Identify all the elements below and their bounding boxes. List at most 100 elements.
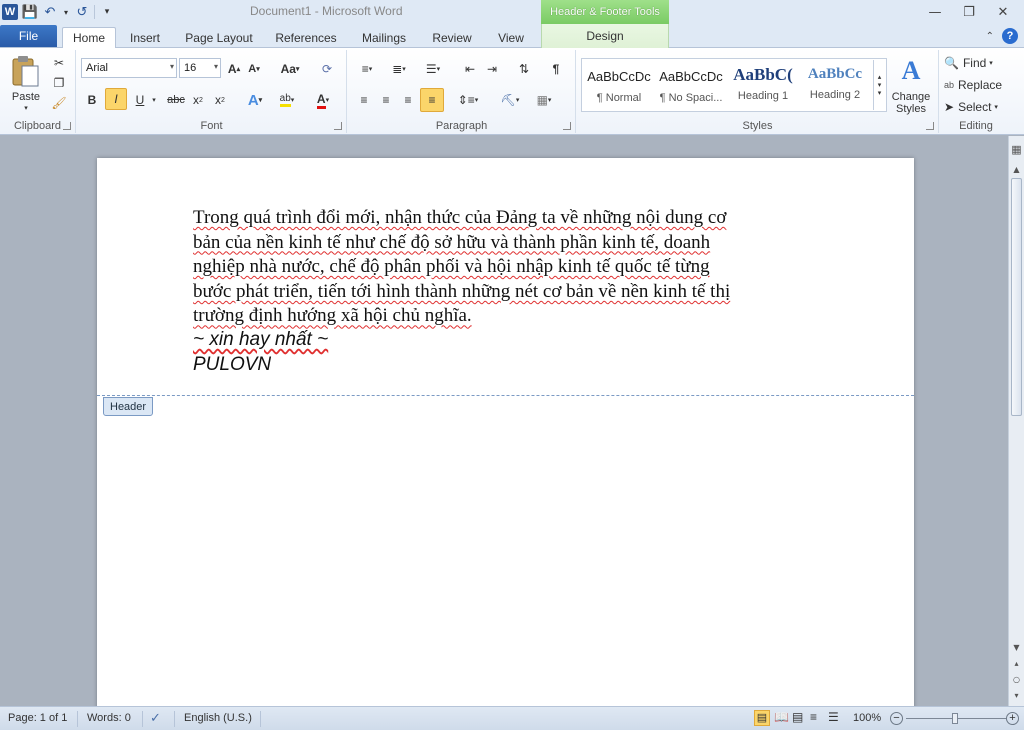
zoom-out-icon[interactable]: −	[890, 712, 903, 725]
subscript-icon[interactable]: x2	[189, 90, 207, 110]
tab-home[interactable]: Home	[62, 27, 116, 49]
bullets-icon[interactable]: ≡ ▾	[354, 60, 380, 78]
tab-design[interactable]: Design	[541, 24, 669, 48]
grow-font-icon[interactable]: A ▴	[225, 60, 243, 78]
change-case-icon[interactable]: Aa ▾	[277, 60, 303, 78]
scroll-thumb[interactable]	[1011, 178, 1022, 416]
strikethrough-icon[interactable]: abc	[165, 90, 187, 110]
word-app-icon[interactable]: W	[2, 4, 18, 20]
font-launcher-icon[interactable]	[334, 122, 342, 130]
chevron-down-icon[interactable]: ▾	[149, 90, 159, 110]
next-page-icon[interactable]: ▾	[1009, 688, 1024, 703]
shading-icon[interactable]: ⛏ ▾	[496, 90, 524, 110]
help-icon[interactable]: ?	[1002, 28, 1018, 44]
zoom-slider-thumb[interactable]	[952, 713, 958, 724]
chevron-down-icon[interactable]: ▾	[62, 4, 70, 20]
style-heading-2[interactable]: AaBbCc Heading 2	[800, 61, 870, 111]
replace-button[interactable]: ab Replace	[944, 76, 1010, 94]
copy-icon[interactable]: ❐	[50, 74, 68, 92]
paste-icon[interactable]	[8, 54, 44, 90]
paragraph-group-label: Paragraph	[435, 120, 488, 132]
outline-icon[interactable]: ≡	[810, 710, 817, 724]
restore-button[interactable]: ❐	[952, 2, 986, 22]
redo-icon[interactable]: ↺	[74, 4, 90, 20]
show-formatting-marks-icon[interactable]: ¶	[546, 60, 566, 78]
styles-scroll-icon[interactable]: ▴ ▾ ▾	[873, 60, 885, 110]
header-paragraph[interactable]: Trong quá trình đổi mới, nhận thức của Đ…	[193, 206, 821, 329]
previous-page-icon[interactable]: ▴	[1009, 656, 1024, 671]
save-icon[interactable]: 💾	[22, 4, 38, 20]
language-indicator[interactable]: English (U.S.)	[184, 712, 252, 724]
tab-file[interactable]: File	[0, 25, 57, 47]
vertical-scrollbar[interactable]: ▦ ▲ ▼ ▴ ○ ▾	[1008, 136, 1024, 706]
style-heading-1[interactable]: AaBbC( Heading 1	[728, 61, 798, 111]
customize-qat-icon[interactable]: ▾	[99, 4, 115, 20]
clear-formatting-icon[interactable]: ⟳	[317, 60, 337, 78]
style-normal[interactable]: AaBbCcDc ¶ Normal	[584, 61, 654, 111]
header-tag[interactable]: Header	[103, 397, 154, 416]
decrease-indent-icon[interactable]: ⇤	[460, 60, 480, 78]
change-styles-button[interactable]: Change Styles	[887, 90, 935, 116]
change-styles-icon[interactable]: A	[889, 56, 933, 86]
select-button[interactable]: ➤ Select ▾	[944, 98, 1010, 116]
tab-references[interactable]: References	[268, 27, 344, 48]
draft-icon[interactable]: ☰	[828, 710, 839, 724]
bold-icon[interactable]: B	[83, 90, 101, 110]
cut-icon[interactable]: ✂	[50, 54, 68, 72]
align-right-icon[interactable]: ≡	[398, 90, 418, 110]
styles-launcher-icon[interactable]	[926, 122, 934, 130]
proofing-icon[interactable]: ✓	[150, 710, 161, 726]
tab-mailings[interactable]: Mailings	[354, 27, 414, 48]
align-left-icon[interactable]: ≡	[354, 90, 374, 110]
justify-icon[interactable]: ≡	[420, 88, 444, 112]
tab-view[interactable]: View	[490, 27, 532, 48]
brand-text[interactable]: PULOVN	[193, 354, 271, 376]
tab-page-layout[interactable]: Page Layout	[180, 27, 258, 48]
sort-icon[interactable]: ⇅	[514, 60, 534, 78]
zoom-in-icon[interactable]: +	[1006, 712, 1019, 725]
full-screen-reading-icon[interactable]: 📖	[774, 710, 789, 724]
font-name-combo[interactable]: Arial ▾	[81, 58, 177, 78]
chevron-down-icon[interactable]: ▾	[170, 62, 174, 71]
select-browse-object-icon[interactable]: ○	[1009, 672, 1024, 687]
multilevel-list-icon[interactable]: ☰ ▾	[420, 60, 446, 78]
tab-review[interactable]: Review	[424, 27, 480, 48]
page-indicator[interactable]: Page: 1 of 1	[8, 712, 67, 724]
web-layout-icon[interactable]: ▤	[792, 710, 803, 724]
font-color-icon[interactable]: A ▾	[309, 90, 337, 110]
underline-icon[interactable]: U	[131, 90, 149, 110]
zoom-level[interactable]: 100%	[853, 712, 881, 724]
chevron-down-icon[interactable]: ▾	[214, 62, 218, 71]
paste-label[interactable]: Paste	[4, 90, 48, 104]
minimize-ribbon-icon[interactable]: ⌃	[986, 31, 994, 42]
word-count[interactable]: Words: 0	[87, 712, 131, 724]
highlight-color-icon[interactable]: ab ▾	[273, 90, 301, 110]
italic-icon[interactable]: I	[105, 88, 127, 110]
line-spacing-icon[interactable]: ⇕≡ ▾	[454, 90, 482, 110]
clipboard-launcher-icon[interactable]	[63, 122, 71, 130]
document-page[interactable]: Trong quá trình đổi mới, nhận thức của Đ…	[97, 158, 914, 706]
font-size-combo[interactable]: 16 ▾	[179, 58, 221, 78]
close-button[interactable]: ✕	[986, 2, 1020, 22]
find-button[interactable]: 🔍 Find ▾	[944, 54, 1010, 72]
tagline-text[interactable]: ~ xin hay nhất ~	[193, 329, 328, 351]
superscript-icon[interactable]: x2	[211, 90, 229, 110]
print-layout-icon[interactable]: ▤	[754, 710, 770, 726]
chevron-down-icon[interactable]: ▾	[18, 104, 34, 112]
borders-icon[interactable]: ▦ ▾	[530, 90, 558, 110]
align-center-icon[interactable]: ≡	[376, 90, 396, 110]
scroll-down-icon[interactable]: ▼	[1009, 640, 1024, 655]
minimize-button[interactable]: —	[918, 2, 952, 22]
ruler-toggle-icon[interactable]: ▦	[1009, 142, 1024, 157]
style-no-spacing[interactable]: AaBbCcDc ¶ No Spaci...	[656, 61, 726, 111]
scroll-up-icon[interactable]: ▲	[1009, 162, 1024, 177]
shrink-font-icon[interactable]: A ▾	[245, 60, 263, 78]
format-painter-icon[interactable]: 🖌	[50, 94, 68, 112]
increase-indent-icon[interactable]: ⇥	[482, 60, 502, 78]
numbering-icon[interactable]: ≣ ▾	[386, 60, 412, 78]
tab-insert[interactable]: Insert	[122, 27, 168, 48]
chevron-down-icon: ▾	[989, 60, 993, 67]
undo-icon[interactable]: ↶	[42, 4, 58, 20]
text-effects-icon[interactable]: A ▾	[243, 90, 267, 110]
paragraph-launcher-icon[interactable]	[563, 122, 571, 130]
